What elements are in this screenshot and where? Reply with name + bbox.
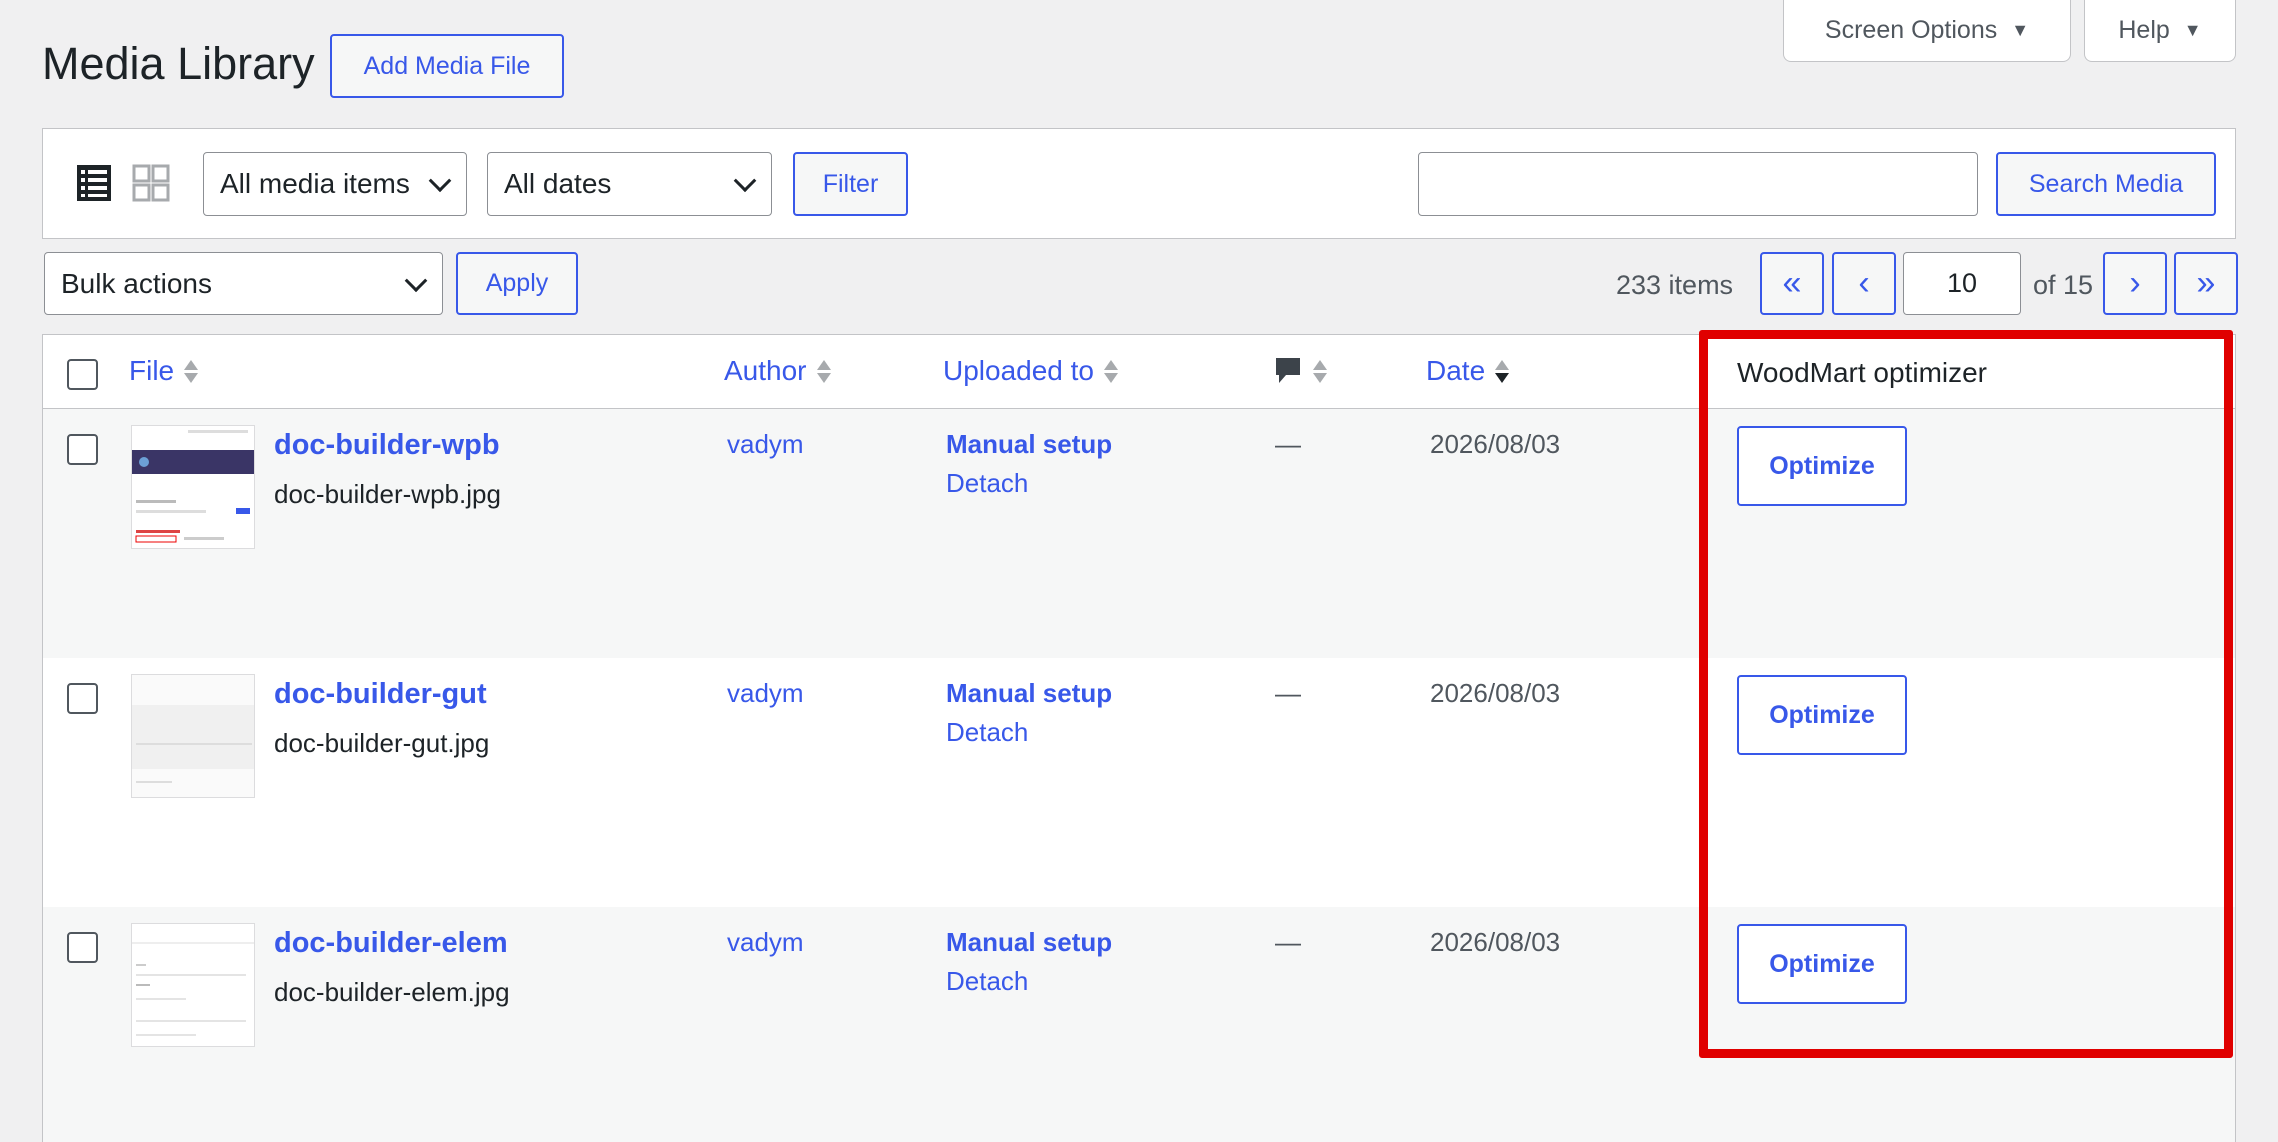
grid-view-icon[interactable] — [132, 164, 170, 202]
upload-date: 2026/08/03 — [1430, 678, 1561, 708]
upload-date: 2026/08/03 — [1430, 927, 1561, 957]
date-value: All dates — [504, 168, 612, 199]
row-checkbox[interactable] — [67, 683, 98, 714]
row-checkbox[interactable] — [67, 932, 98, 963]
sort-icon — [184, 359, 199, 383]
current-page-input[interactable]: 10 — [1903, 252, 2021, 315]
detach-link[interactable]: Detach — [946, 468, 1028, 499]
screen-options-label: Screen Options — [1824, 16, 1998, 44]
column-author[interactable]: Author — [724, 355, 831, 387]
thumbnail-image[interactable] — [131, 425, 255, 549]
search-media-button[interactable]: Search Media — [1996, 152, 2216, 216]
first-page-button[interactable]: « — [1760, 252, 1824, 315]
triangle-down-icon: ▼ — [2011, 20, 2030, 40]
uploaded-to-link[interactable]: Manual setup — [946, 429, 1112, 460]
table-header: File Author Uploaded to Date WoodMart op… — [43, 335, 2235, 409]
thumbnail-image[interactable] — [131, 674, 255, 798]
column-woodmart-optimizer: WoodMart optimizer — [1737, 357, 1988, 388]
row-checkbox[interactable] — [67, 434, 98, 465]
comment-icon — [1276, 358, 1300, 383]
media-table: File Author Uploaded to Date WoodMart op… — [42, 334, 2236, 1142]
media-filename: doc-builder-wpb.jpg — [274, 479, 501, 509]
sort-icon — [1313, 359, 1327, 383]
bulk-actions-select[interactable]: Bulk actions — [44, 252, 443, 315]
next-page-button[interactable]: › — [2103, 252, 2167, 315]
help-button[interactable]: Help ▼ — [2084, 0, 2236, 62]
last-page-button[interactable]: » — [2174, 252, 2238, 315]
chevron-down-icon — [733, 169, 757, 193]
sort-desc-icon — [1495, 359, 1510, 383]
list-view-icon[interactable] — [76, 164, 112, 202]
author-link[interactable]: vadym — [727, 927, 804, 958]
screen-options-button[interactable]: Screen Options ▼ — [1783, 0, 2071, 62]
total-pages: of 15 — [2033, 270, 2094, 300]
bulk-actions-value: Bulk actions — [61, 267, 212, 299]
column-comments[interactable] — [1273, 355, 1327, 387]
media-filename: doc-builder-elem.jpg — [274, 977, 510, 1007]
detach-link[interactable]: Detach — [946, 717, 1028, 748]
author-link[interactable]: vadym — [727, 678, 804, 709]
chevron-down-icon — [428, 169, 452, 193]
column-date-label: Date — [1426, 355, 1486, 386]
optimize-button[interactable]: Optimize — [1737, 675, 1907, 755]
column-author-label: Author — [724, 355, 807, 386]
prev-page-button[interactable]: ‹ — [1832, 252, 1896, 315]
help-label: Help — [2118, 16, 2170, 44]
column-date[interactable]: Date — [1426, 355, 1510, 387]
sort-icon — [1104, 359, 1119, 383]
upload-date: 2026/08/03 — [1430, 429, 1561, 459]
sort-icon — [816, 359, 831, 383]
chevron-down-icon — [404, 268, 428, 292]
table-row: doc-builder-elem doc-builder-elem.jpg va… — [43, 907, 2235, 1142]
table-row: doc-builder-wpb doc-builder-wpb.jpg vady… — [43, 409, 2235, 658]
apply-button[interactable]: Apply — [456, 252, 578, 315]
media-type-select[interactable]: All media items — [203, 152, 467, 216]
media-title-link[interactable]: doc-builder-wpb — [274, 429, 500, 462]
uploaded-to-link[interactable]: Manual setup — [946, 927, 1112, 958]
date-select[interactable]: All dates — [487, 152, 772, 216]
detach-link[interactable]: Detach — [946, 966, 1028, 997]
column-file[interactable]: File — [129, 355, 199, 387]
filter-button[interactable]: Filter — [793, 152, 908, 216]
media-filename: doc-builder-gut.jpg — [274, 728, 490, 758]
optimize-button[interactable]: Optimize — [1737, 924, 1907, 1004]
comments-count: — — [1275, 927, 1301, 957]
select-all-checkbox[interactable] — [67, 359, 98, 390]
media-title-link[interactable]: doc-builder-gut — [274, 678, 487, 711]
column-file-label: File — [129, 355, 175, 386]
comments-count: — — [1275, 678, 1301, 708]
page-title: Media Library — [42, 38, 315, 89]
media-type-value: All media items — [220, 168, 410, 199]
table-row: doc-builder-gut doc-builder-gut.jpg vady… — [43, 658, 2235, 907]
triangle-down-icon: ▼ — [2183, 20, 2202, 40]
thumbnail-image[interactable] — [131, 923, 255, 1047]
search-input[interactable] — [1418, 152, 1978, 216]
optimize-button[interactable]: Optimize — [1737, 426, 1907, 506]
items-count: 233 items — [1616, 270, 1734, 300]
column-uploaded-to-label: Uploaded to — [943, 355, 1095, 386]
uploaded-to-link[interactable]: Manual setup — [946, 678, 1112, 709]
comments-count: — — [1275, 429, 1301, 459]
author-link[interactable]: vadym — [727, 429, 804, 460]
column-uploaded-to[interactable]: Uploaded to — [943, 355, 1119, 387]
media-title-link[interactable]: doc-builder-elem — [274, 927, 508, 960]
add-media-file-button[interactable]: Add Media File — [330, 34, 564, 98]
